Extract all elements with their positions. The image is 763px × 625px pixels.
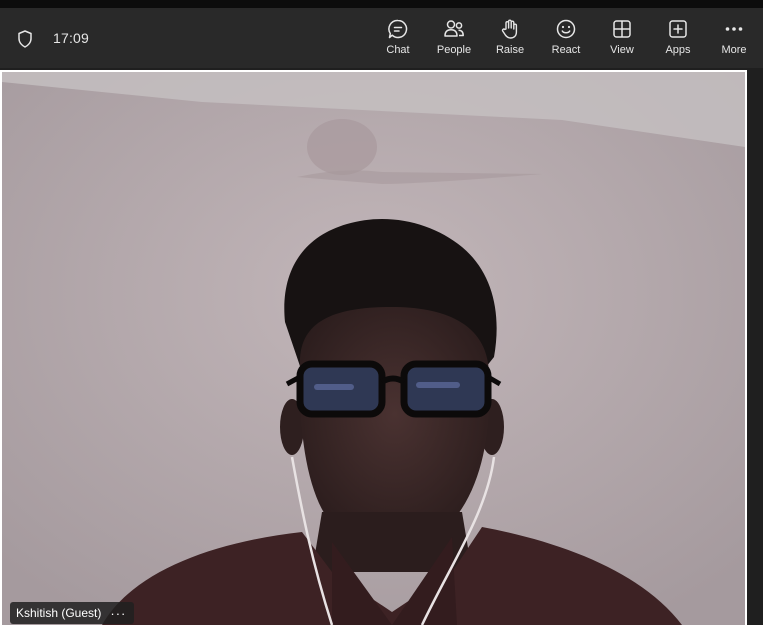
meeting-timer: 17:09 — [53, 30, 90, 46]
react-button[interactable]: React — [538, 8, 594, 68]
raise-hand-icon — [498, 17, 522, 41]
window-top-edge — [0, 0, 763, 8]
video-scene — [2, 72, 745, 625]
chat-icon — [386, 17, 410, 41]
add-app-icon — [666, 17, 690, 41]
people-button[interactable]: People — [426, 8, 482, 68]
more-icon — [722, 17, 746, 41]
stage-side-gutter — [747, 70, 763, 625]
raise-hand-button[interactable]: Raise — [482, 8, 538, 68]
chat-button[interactable]: Chat — [370, 8, 426, 68]
participant-name: Kshitish (Guest) — [16, 606, 102, 620]
toolbar-actions: Chat People Raise React View Apps More — [370, 8, 762, 68]
more-label: More — [721, 44, 747, 56]
participant-name-tag: Kshitish (Guest) ··· — [10, 602, 135, 624]
smiley-icon — [554, 17, 578, 41]
participant-options-button[interactable]: ··· — [110, 606, 126, 621]
chat-label: Chat — [386, 44, 410, 56]
react-label: React — [551, 44, 581, 56]
raise-label: Raise — [495, 44, 525, 56]
view-button[interactable]: View — [594, 8, 650, 68]
grid-view-icon — [610, 17, 634, 41]
view-label: View — [610, 44, 634, 56]
apps-label: Apps — [665, 44, 691, 56]
people-icon — [442, 17, 466, 41]
shield-icon[interactable] — [15, 29, 35, 49]
apps-button[interactable]: Apps — [650, 8, 706, 68]
people-label: People — [436, 44, 472, 56]
meeting-toolbar: 17:09 Chat People Raise React View Apps … — [0, 8, 763, 68]
participant-video-feed[interactable] — [2, 72, 745, 625]
more-button[interactable]: More — [706, 8, 762, 68]
